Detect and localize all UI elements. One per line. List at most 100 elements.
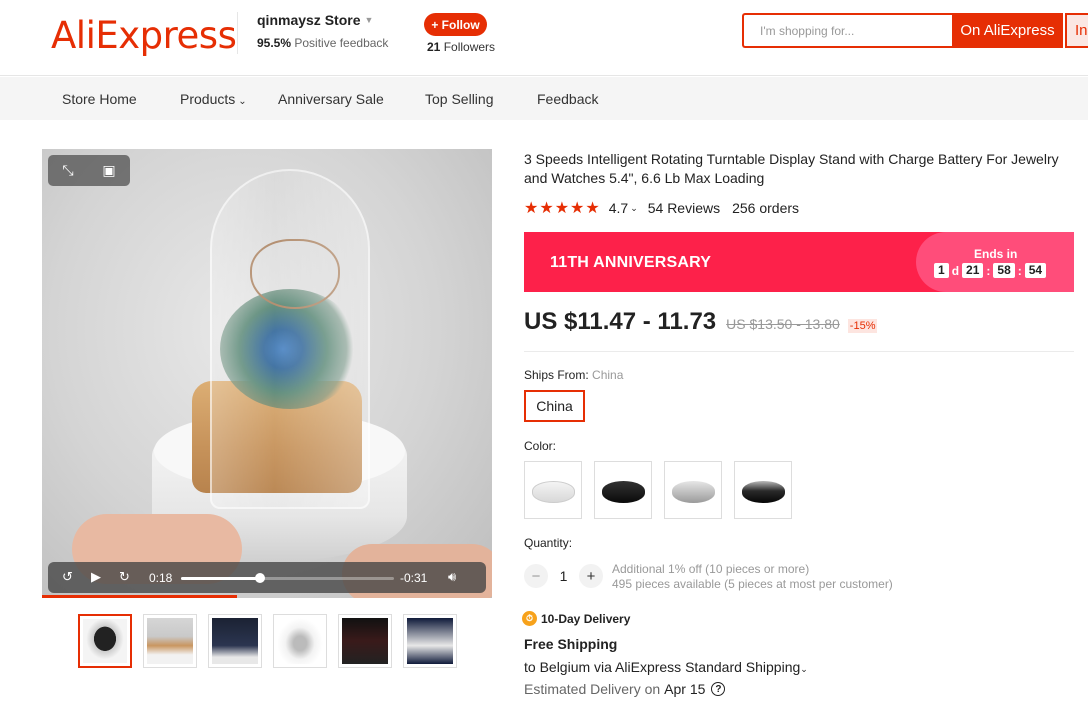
feedback-percent: 95.5%: [257, 36, 292, 50]
price-row: US $11.47 - 11.73 US $13.50 - 13.80 -15%: [524, 308, 878, 336]
nav-store-home[interactable]: Store Home: [62, 91, 137, 107]
free-shipping: Free Shipping: [524, 636, 618, 652]
chevron-down-icon[interactable]: ⌄: [800, 664, 808, 674]
store-name-text[interactable]: qinmaysz Store: [257, 12, 360, 28]
nav-products-label[interactable]: Products: [180, 91, 235, 107]
video-progress-fill: [181, 577, 260, 580]
product-title: 3 Speeds Intelligent Rotating Turntable …: [524, 151, 1059, 186]
thumbnail-image: [147, 618, 193, 664]
countdown-timer: 1 d 21 : 58 : 54: [934, 263, 1047, 278]
thumbnail-image: [212, 618, 258, 664]
store-name[interactable]: qinmaysz Store ▼: [257, 12, 388, 28]
followers-count: 21 Followers: [427, 40, 495, 54]
store-info: qinmaysz Store ▼ 95.5% Positive feedback: [237, 12, 388, 54]
thumbnail-4[interactable]: [273, 614, 327, 668]
nav-products[interactable]: Products ⌄: [180, 91, 247, 107]
discount-badge: -15%: [847, 319, 878, 333]
rewind-15-icon[interactable]: ↺: [62, 569, 73, 585]
ships-from-label: Ships From: China: [524, 368, 623, 382]
original-price: US $13.50 - 13.80: [726, 316, 840, 332]
countdown-hours: 21: [962, 263, 984, 278]
color-option-silver[interactable]: [664, 461, 722, 519]
countdown-sep: :: [986, 263, 991, 278]
estimated-delivery: Estimated Delivery on Apr 15 ?: [524, 681, 726, 697]
star-rating-icon: ★★★★★: [524, 200, 601, 217]
help-icon[interactable]: ?: [711, 682, 726, 696]
color-option-black[interactable]: [594, 461, 652, 519]
thumbnail-image: [83, 619, 127, 663]
video-progress-bar[interactable]: [181, 573, 394, 583]
followers-number: 21: [427, 40, 441, 54]
thumbnail-1[interactable]: [78, 614, 132, 668]
orders-count: 256 orders: [732, 200, 800, 216]
video-progress-knob[interactable]: [254, 573, 265, 583]
followers-label: Followers: [443, 40, 496, 54]
quantity-increase-button[interactable]: +: [579, 564, 603, 588]
chevron-down-icon[interactable]: ⌄: [630, 203, 638, 214]
thumbnail-5[interactable]: [338, 614, 392, 668]
color-swatch-image: [672, 481, 715, 503]
rating-row: ★★★★★ 4.7 ⌄ 54 Reviews 256 orders: [524, 199, 799, 217]
search-on-aliexpress-button[interactable]: On AliExpress: [952, 13, 1063, 48]
color-swatch-image: [602, 481, 645, 503]
thumbnail-image: [277, 618, 323, 664]
thumbnail-6[interactable]: [403, 614, 457, 668]
quantity-decrease-button[interactable]: −: [524, 564, 548, 588]
ship-from-option-china[interactable]: China: [524, 390, 585, 422]
volume-icon[interactable]: 🔊︎: [448, 569, 456, 585]
play-icon[interactable]: ▶: [91, 569, 101, 585]
glass-dome: [210, 169, 370, 509]
remaining-time: -0:31: [400, 571, 428, 585]
ships-from-value: China: [592, 368, 624, 382]
video-controls: ↺ ▶ ↻ 0:18 -0:31 🔊︎: [48, 562, 486, 593]
picture-in-picture-icon[interactable]: ▣: [102, 162, 115, 179]
quantity-input[interactable]: 1: [548, 568, 579, 584]
video-top-controls: ⤡ ▣: [48, 155, 130, 186]
ships-from-title: Ships From:: [524, 368, 589, 382]
header: AliExpress qinmaysz Store ▼ 95.5% Positi…: [0, 0, 1088, 76]
feedback-label: Positive feedback: [294, 36, 389, 50]
thumbnail-image: [342, 618, 388, 664]
chevron-down-icon[interactable]: ⌄: [238, 96, 246, 107]
quantity-info: Additional 1% off (10 pieces or more) 49…: [612, 562, 893, 592]
delivery-clock-icon: ⏱︎: [522, 611, 537, 626]
quantity-label: Quantity:: [524, 536, 573, 550]
color-label: Color:: [524, 439, 557, 453]
thumbnail-3[interactable]: [208, 614, 262, 668]
countdown-sep: :: [1017, 263, 1022, 278]
shipping-destination-text[interactable]: to Belgium via AliExpress Standard Shipp…: [524, 659, 800, 675]
shipping-destination[interactable]: to Belgium via AliExpress Standard Shipp…: [524, 659, 808, 675]
color-option-white[interactable]: [524, 461, 582, 519]
follow-button[interactable]: + Follow: [424, 13, 487, 36]
video-buffer-line: [42, 595, 237, 598]
countdown-days: 1: [934, 263, 949, 278]
color-option-black-silver[interactable]: [734, 461, 792, 519]
aliexpress-logo[interactable]: AliExpress: [51, 14, 237, 57]
days-label: d: [951, 263, 960, 278]
fullscreen-icon[interactable]: ⤡: [62, 162, 73, 179]
countdown-minutes: 58: [993, 263, 1015, 278]
nav-top-selling[interactable]: Top Selling: [425, 91, 494, 107]
reviews-link[interactable]: 54 Reviews: [648, 200, 720, 216]
product-video[interactable]: ⤡ ▣ ↺ ▶ ↻ 0:18 -0:31 🔊︎: [42, 149, 492, 598]
search-input[interactable]: I'm shopping for...: [742, 13, 952, 48]
thumbnail-2[interactable]: [143, 614, 197, 668]
caret-down-icon[interactable]: ▼: [364, 15, 373, 25]
store-nav: Store Home Products ⌄ Anniversary Sale To…: [0, 77, 1088, 120]
ends-in-label: Ends in: [974, 247, 1018, 261]
rating-value[interactable]: 4.7: [609, 200, 628, 216]
quantity-stepper: − 1 +: [524, 564, 603, 588]
divider: [524, 351, 1074, 352]
current-time: 0:18: [149, 571, 173, 585]
anniversary-banner: 11TH ANNIVERSARY Ends in 1 d 21 : 58 : 5…: [524, 232, 1074, 292]
nav-anniversary-sale[interactable]: Anniversary Sale: [278, 91, 384, 107]
bulk-discount-info: Additional 1% off (10 pieces or more): [612, 562, 810, 576]
search-in-store-button[interactable]: In: [1065, 13, 1088, 48]
store-feedback: 95.5% Positive feedback: [257, 36, 388, 50]
color-swatch-image: [532, 481, 575, 503]
delivery-badge: ⏱︎ 10-Day Delivery: [522, 611, 630, 626]
thumbnail-image: [407, 618, 453, 664]
forward-15-icon[interactable]: ↻: [119, 569, 130, 585]
countdown-panel: Ends in 1 d 21 : 58 : 54: [916, 232, 1074, 292]
nav-feedback[interactable]: Feedback: [537, 91, 598, 107]
